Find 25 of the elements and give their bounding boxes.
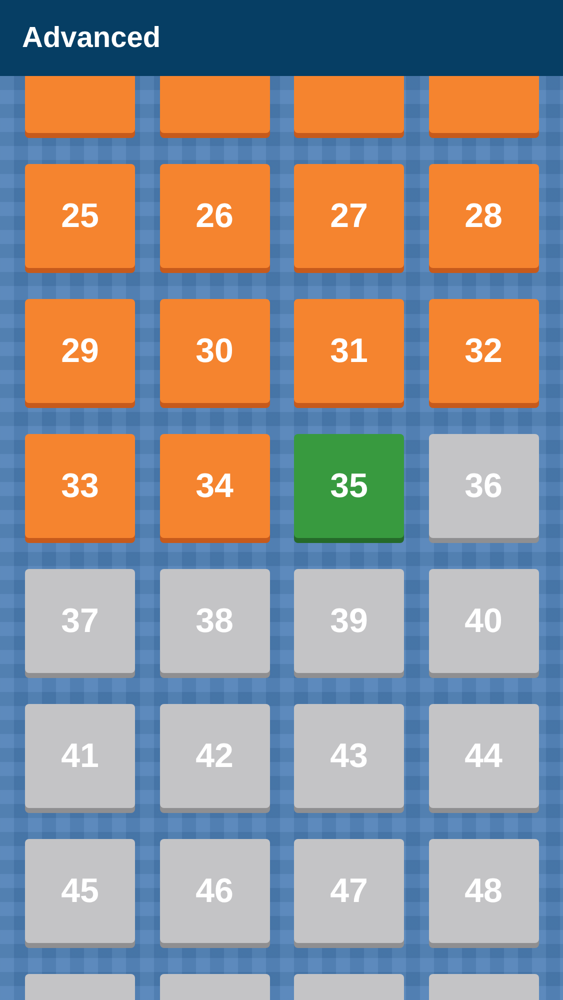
level-tile[interactable]: 44 [428,704,538,808]
level-tile[interactable]: 26 [160,164,270,268]
level-tile[interactable]: 41 [25,704,135,808]
level-tile[interactable]: 40 [428,569,538,673]
level-tile[interactable]: 37 [25,569,135,673]
level-tile[interactable]: 25 [25,164,135,268]
screen-title: Advanced [22,22,161,54]
level-tile[interactable]: 36 [428,434,538,538]
level-tile[interactable]: 43 [294,704,404,808]
level-tile[interactable]: 33 [25,434,135,538]
level-tile[interactable]: 45 [25,839,135,943]
level-tile[interactable]: 39 [294,569,404,673]
level-tile[interactable]: 42 [160,704,270,808]
level-tile[interactable]: 47 [294,839,404,943]
level-tile[interactable]: 27 [294,164,404,268]
level-tile[interactable]: 48 [428,839,538,943]
level-tile[interactable]: 31 [294,299,404,403]
level-tile[interactable]: 38 [160,569,270,673]
level-tile[interactable]: 30 [160,299,270,403]
level-tile[interactable]: 32 [428,299,538,403]
level-tile[interactable]: 34 [160,434,270,538]
level-tile[interactable]: 46 [160,839,270,943]
level-tile[interactable]: 28 [428,164,538,268]
level-tile[interactable]: 35 [294,434,404,538]
level-tile[interactable]: 29 [25,299,135,403]
